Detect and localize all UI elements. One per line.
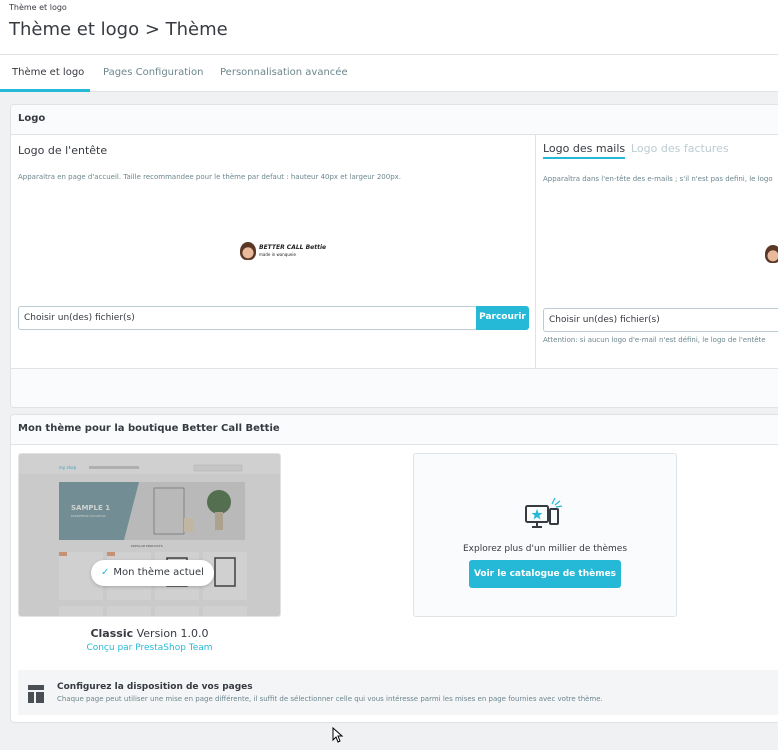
header-logo-section: Logo de l'entête Apparaitra en page d'ac… [11,135,536,368]
theme-version: Version 1.0.0 [136,627,209,640]
logo-panel-heading: Logo [11,105,778,135]
mail-logo-warning: Attention: si aucun logo d'e-mail n'est … [543,336,766,344]
layout-config-title: Configurez la disposition de vos pages [57,682,253,692]
header-logo-help: Apparaitra en page d'accueil. Taille rec… [18,173,402,181]
mail-logo-file-input[interactable]: Choisir un(des) fichier(s) [543,308,778,332]
theme-name: Classic Version 1.0.0 [18,627,281,640]
devices-icon [525,497,563,528]
check-icon: ✓ [101,567,110,578]
theme-panel: Mon thème pour la boutique Better Call B… [10,414,778,723]
logo-tagline: made in wanqueie [259,252,296,257]
page-layout-config-box[interactable]: Configurez la disposition de vos pages C… [18,670,778,715]
current-theme-thumbnail[interactable]: my shop SAMPLE 1 EXCEPTEUR OCCAECAT POPU… [18,453,281,617]
layout-icon [28,685,44,703]
header-logo-title: Logo de l'entête [18,144,108,157]
logo-avatar-image [240,242,256,260]
theme-catalog-card: Explorez plus d'un millier de thèmes Voi… [413,453,677,617]
mail-logo-help: Apparaîtra dans l'en-tête des e-mails ; … [543,175,773,183]
page-title: Thème et logo > Thème [9,19,228,40]
view-catalog-button[interactable]: Voir le catalogue de thèmes [469,560,621,588]
catalog-explore-text: Explorez plus d'un millier de thèmes [462,544,628,554]
mail-logo-section: Logo des mails Logo des factures Apparaî… [536,135,778,368]
current-theme-badge: ✓ Mon thème actuel [91,560,214,586]
tab-pages-configuration[interactable]: Pages Configuration [91,55,215,92]
tab-bar: Thème et logo Pages Configuration Person… [0,55,778,92]
mail-logo-preview [765,245,778,263]
logo-wordmark: BETTER CALL Bettie made in wanqueie [259,244,326,258]
theme-panel-heading: Mon thème pour la boutique Better Call B… [11,415,778,445]
current-theme-badge-label: Mon thème actuel [113,567,204,578]
layout-config-description: Chaque page peut utiliser une mise en pa… [57,695,603,703]
header-logo-file-input[interactable]: Choisir un(des) fichier(s) [18,306,477,330]
header-logo-preview: BETTER CALL Bettie made in wanqueie [240,242,326,260]
tab-theme-logo[interactable]: Thème et logo [0,55,90,92]
theme-author-link[interactable]: Conçu par PrestaShop Team [18,643,281,653]
tab-advanced-customization[interactable]: Personnalisation avancée [208,55,360,92]
theme-name-label: Classic [90,627,134,640]
mail-logo-file-placeholder: Choisir un(des) fichier(s) [549,315,660,325]
breadcrumb[interactable]: Thème et logo [9,3,67,12]
header-logo-file-placeholder: Choisir un(des) fichier(s) [24,313,135,323]
thumb-overlay [19,454,280,616]
tab-invoice-logo[interactable]: Logo des factures [631,142,729,157]
logo-panel: Logo Logo de l'entête Apparaitra en page… [10,104,778,408]
tab-mail-logo[interactable]: Logo des mails [543,142,626,159]
mouse-cursor-icon [332,727,344,743]
page-header: Thème et logo Thème et logo > Thème [0,0,778,55]
logo-wordmark-text: BETTER CALL Bettie [259,244,327,251]
browse-button[interactable]: Parcourir [476,306,529,330]
logo-panel-footer [11,368,778,407]
